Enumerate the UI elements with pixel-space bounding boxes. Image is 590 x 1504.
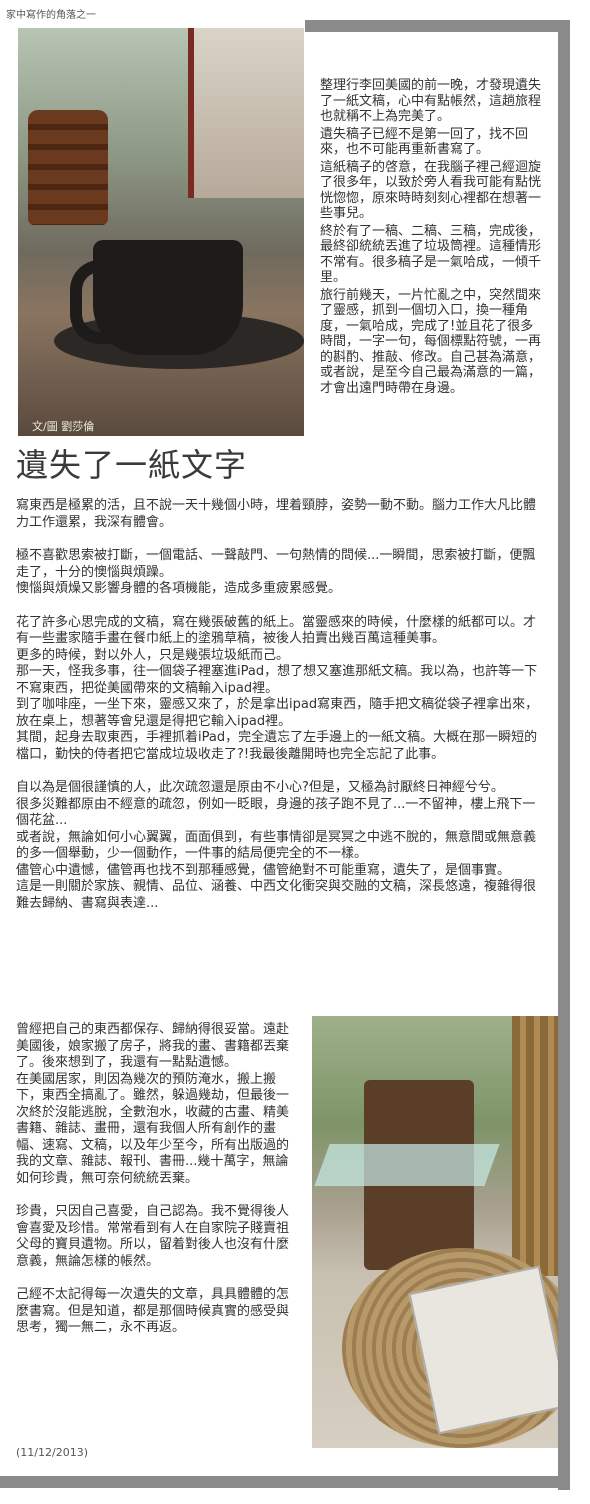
body-paragraph: 儘管心中遺憾，儘管再也找不到那種感覺，儘管絶對不可能重寫，遺失了，是個事實。 [16, 862, 511, 878]
black-cup-shape [93, 240, 243, 355]
frame-top [305, 20, 570, 32]
coffee-cup-photo: 文/圖 劉莎倫 [18, 28, 304, 436]
right-paragraph: 旅行前幾天，一片忙亂之中，突然間來了靈感，抓到一個切入口，換一種角度，一氣哈成，… [320, 287, 542, 396]
body-paragraph: 其間，起身去取東西，手裡抓着iPad，完全遺忘了左手邊上的一紙文稿。大概在那一瞬… [16, 730, 538, 762]
window-shape [188, 28, 304, 198]
wooden-mug-shape [28, 110, 108, 225]
lower-paragraph: 己經不太記得每一次遺失的文章，具具體體的怎麼書寫。但是知道，都是那個時候真實的感… [16, 1287, 290, 1335]
photo-credit: 文/圖 劉莎倫 [32, 420, 95, 433]
body-paragraph: 自以為是個很謹慎的人，此次疏忽還是原由不小心?但是，又極為討厭終日神經兮兮。 [16, 780, 504, 795]
article-title: 遺失了一紙文字 [16, 446, 248, 484]
body-paragraph: 那一天，怪我多事，往一個袋子裡塞進iPad，想了想又塞進那紙文稿。我以為，也許等… [16, 664, 538, 696]
right-paragraph: 終於有了一稿、二稿、三稿，完成後，最終卻統統丟進了垃圾筒裡。這種情形不常有。很多… [320, 223, 542, 286]
lower-left-column: 曾經把自己的東西都保存、歸納得很妥當。遠赴美國後，娘家搬了房子，將我的畫、書籍都… [16, 1022, 298, 1337]
series-label: 家中寫作的角落之一 [6, 10, 96, 21]
bamboo-shape [512, 1016, 558, 1276]
right-paragraph: 遺失稿子已經不是第一回了，找不回來，也不可能再重新書寫了。 [320, 126, 529, 158]
lower-paragraph: 珍貴，只因自己喜愛，自己認為。我不覺得後人會喜愛及珍惜。常常看到有人在自家院子賤… [16, 1204, 290, 1269]
body-paragraph: 懊惱與煩燥又影響身體的各項機能，造成多重疲累感覺。 [16, 581, 342, 596]
right-paragraph: 整理行李回美國的前一晚，才發現遺失了一紙文稿，心中有點帳然，這趟旅程也就稱不上為… [320, 78, 542, 124]
body-paragraph: 或者說，無論如何小心翼翼，面面俱到，有些事情卻是冥冥之中逃不脫的，無意間或無意義… [16, 829, 537, 862]
body-paragraph: 花了許多心思完成的文稿，寫在幾張破舊的紙上。當靈感來的時候，什麼樣的紙都可以。才… [16, 614, 537, 647]
lower-paragraph: 在美國居家，則因為幾次的預防淹水，搬上搬下，東西全搞亂了。雖然，躲過幾劫，但最後… [16, 1071, 290, 1186]
right-paragraph: 這紙稿子的啓意，在我腦子裡己經迴旋了很多年，以致於旁人看我可能有點恍恍惚惚，原來… [320, 159, 542, 222]
right-column: 整理行李回美國的前一晚，才發現遺失了一紙文稿，心中有點帳然，這趟旅程也就稱不上為… [320, 78, 542, 398]
glass-shelf-shape [314, 1144, 500, 1186]
body-paragraph: 到了咖啡座，一坐下來，靈感又來了，於是拿出ipad寫東西，隨手把文稿從袋子裡拿出… [16, 697, 539, 729]
lower-paragraph: 曾經把自己的東西都保存、歸納得很妥當。遠赴美國後，娘家搬了房子，將我的畫、書籍都… [16, 1022, 290, 1070]
frame-bottom [0, 1476, 570, 1488]
body-paragraph: 極不喜歡思索被打斷，一個電話、一聲敲門、一句熱情的問候...一瞬間，思索被打斷，… [16, 548, 536, 580]
body-paragraph: 更多的時候，對以外人，只是幾張垃圾紙而己。 [16, 647, 290, 663]
body-paragraph: 很多災難都原由不經意的疏忽，例如一眨眼，身邊的孩子跑不見了...一不留神，樓上飛… [16, 796, 536, 829]
basket-bucket-photo [312, 1016, 558, 1448]
body-paragraph: 寫東西是極累的活，且不說一天十幾個小時，埋着頸脖，姿勢一動不動。腦力工作大凡比體… [16, 498, 537, 530]
main-body: 寫東西是極累的活，且不說一天十幾個小時，埋着頸脖，姿勢一動不動。腦力工作大凡比體… [16, 498, 542, 912]
frame-right [558, 20, 570, 1490]
body-paragraph: 這是一則關於家族、親情、品位、涵養、中西文化衝突與交融的文稿，深長悠遠，複雜得很… [16, 879, 537, 911]
post-date: (11/12/2013) [16, 1446, 88, 1459]
